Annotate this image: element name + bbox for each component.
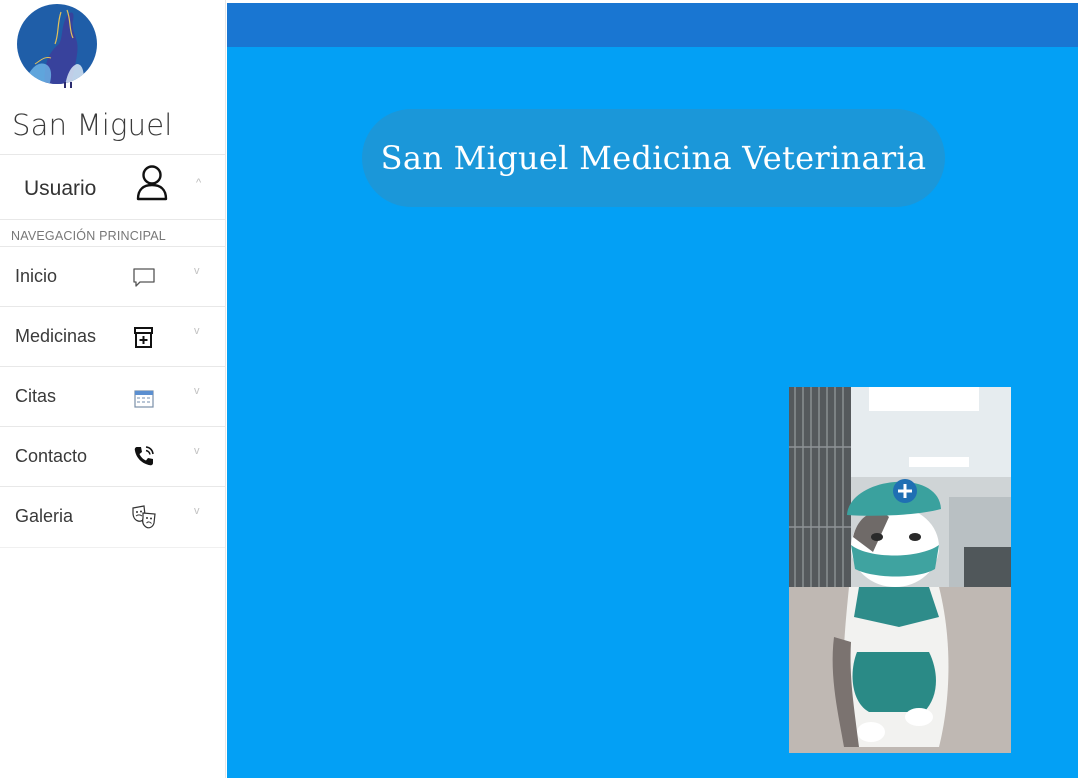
chat-icon bbox=[131, 264, 157, 290]
nav-divider bbox=[0, 547, 225, 548]
chevron-up-icon: ^ bbox=[196, 177, 202, 189]
sidebar-item-citas[interactable]: Citas v bbox=[0, 366, 225, 427]
sidebar-item-label: Inicio bbox=[15, 266, 58, 286]
brand-name: San Miguel bbox=[12, 108, 173, 142]
user-menu[interactable]: Usuario ^ bbox=[0, 154, 225, 220]
sidebar-item-label: Galeria bbox=[15, 506, 74, 526]
clinic-logo[interactable] bbox=[15, 4, 99, 90]
theater-masks-icon bbox=[131, 504, 157, 530]
chevron-down-icon: v bbox=[194, 445, 200, 457]
user-label: Usuario bbox=[24, 177, 97, 200]
cat-veterinarian-photo bbox=[789, 387, 1011, 753]
sidebar: San Miguel Usuario ^ NAVEGACIÓN PRINCIPA… bbox=[0, 0, 226, 778]
sidebar-item-label: Citas bbox=[15, 386, 57, 406]
calendar-icon bbox=[131, 384, 157, 410]
chevron-down-icon: v bbox=[194, 325, 200, 337]
user-icon bbox=[134, 163, 170, 203]
sidebar-item-galeria[interactable]: Galeria v bbox=[0, 486, 225, 547]
nav-section-header: NAVEGACIÓN PRINCIPAL bbox=[11, 229, 166, 243]
top-navbar bbox=[227, 3, 1078, 47]
phone-icon bbox=[131, 444, 157, 470]
sidebar-item-label: Contacto bbox=[15, 446, 88, 466]
sidebar-item-label: Medicinas bbox=[15, 326, 97, 346]
chevron-down-icon: v bbox=[194, 265, 200, 277]
chevron-down-icon: v bbox=[194, 505, 200, 517]
sidebar-item-contacto[interactable]: Contacto v bbox=[0, 426, 225, 487]
medicine-box-icon bbox=[131, 324, 157, 350]
sidebar-item-inicio[interactable]: Inicio v bbox=[0, 246, 225, 307]
hero-title: San Miguel Medicina Veterinaria bbox=[362, 109, 945, 207]
chevron-down-icon: v bbox=[194, 385, 200, 397]
main-content: San Miguel Medicina Veterinaria bbox=[227, 47, 1078, 778]
sidebar-item-medicinas[interactable]: Medicinas v bbox=[0, 306, 225, 367]
page-title: San Miguel Medicina Veterinaria bbox=[380, 139, 927, 177]
